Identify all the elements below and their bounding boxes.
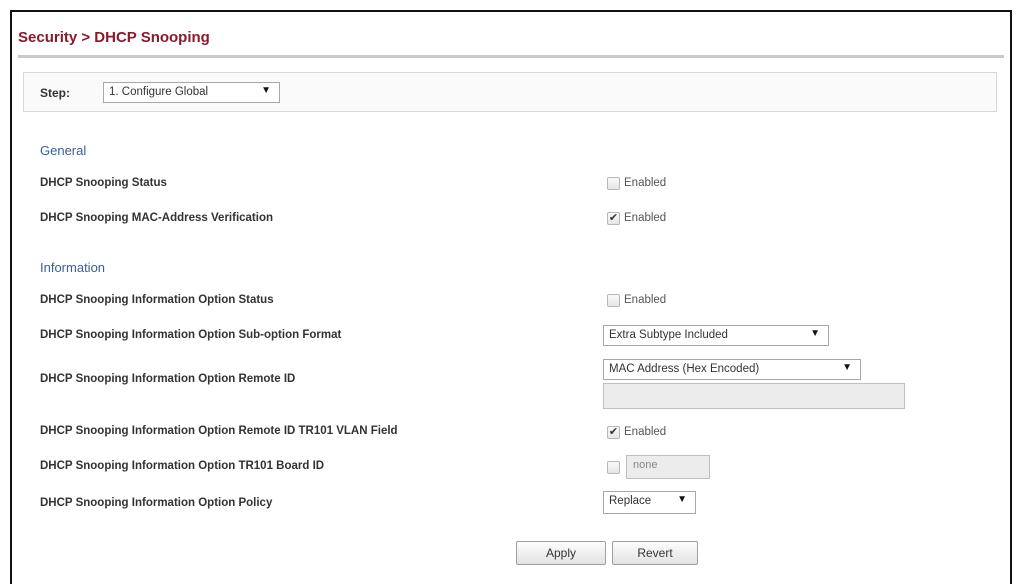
option-policy-value: Replace [609,495,652,507]
remote-id-text-input[interactable] [603,383,905,409]
remote-id-value: MAC Address (Hex Encoded) [609,363,760,375]
option-status-enabled-text: Enabled [624,294,667,306]
dhcp-snooping-status-label: DHCP Snooping Status [40,177,167,189]
chevron-down-icon: ▼ [810,328,820,339]
suboption-format-label: DHCP Snooping Information Option Sub-opt… [40,329,342,341]
chevron-down-icon: ▼ [842,362,852,373]
option-policy-select[interactable]: Replace ▼ [603,491,696,514]
step-select-value: 1. Configure Global [109,86,209,98]
tr101-vlan-field-checkbox[interactable]: ✔ [607,426,620,439]
remote-id-select[interactable]: MAC Address (Hex Encoded) ▼ [603,359,861,380]
suboption-format-select[interactable]: Extra Subtype Included ▼ [603,325,829,346]
step-bar: Step: 1. Configure Global ▼ [23,72,997,112]
tr101-board-id-checkbox[interactable] [607,461,620,474]
remote-id-label: DHCP Snooping Information Option Remote … [40,373,296,385]
step-select[interactable]: 1. Configure Global ▼ [103,82,280,103]
suboption-format-value: Extra Subtype Included [609,329,728,341]
apply-button[interactable]: Apply [516,541,606,565]
section-heading-information: Information [40,260,106,275]
option-policy-label: DHCP Snooping Information Option Policy [40,497,273,509]
tr101-board-id-label: DHCP Snooping Information Option TR101 B… [40,460,325,472]
dhcp-snooping-status-enabled-text: Enabled [624,177,667,189]
chevron-down-icon: ▼ [261,85,271,96]
mac-verification-checkbox[interactable]: ✔ [607,212,620,225]
tr101-vlan-field-label: DHCP Snooping Information Option Remote … [40,425,398,437]
check-icon: ✔ [608,212,619,224]
page-title: Security > DHCP Snooping [18,29,210,46]
revert-button[interactable]: Revert [612,541,698,565]
chevron-down-icon: ▼ [677,494,687,505]
tr101-vlan-field-enabled-text: Enabled [624,426,667,438]
dhcp-snooping-status-checkbox[interactable] [607,177,620,190]
mac-verification-label: DHCP Snooping MAC-Address Verification [40,212,274,224]
step-label: Step: [40,86,70,100]
option-status-label: DHCP Snooping Information Option Status [40,294,274,306]
title-divider [18,55,1004,58]
section-heading-general: General [40,143,87,158]
mac-verification-enabled-text: Enabled [624,212,667,224]
option-status-checkbox[interactable] [607,294,620,307]
check-icon: ✔ [608,426,619,438]
tr101-board-id-input[interactable]: none [626,455,710,479]
